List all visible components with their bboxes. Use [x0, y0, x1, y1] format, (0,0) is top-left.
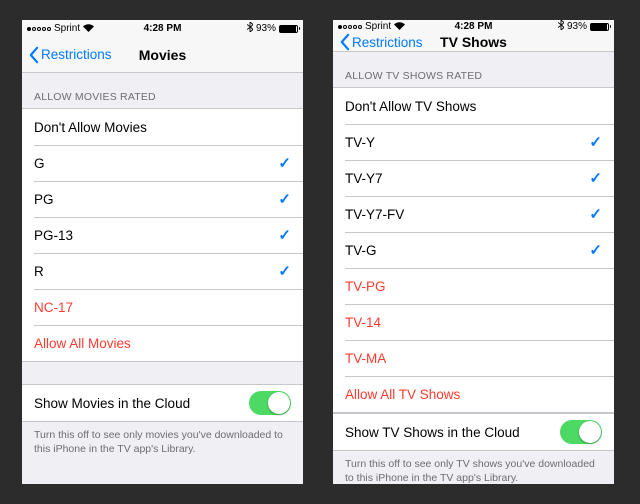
nav-bar: Restrictions Movies [22, 37, 303, 73]
battery-icon [279, 25, 298, 33]
battery-pct: 93% [567, 21, 587, 32]
rating-label: PG [34, 192, 54, 207]
nav-bar: Restrictions TV Shows [333, 33, 614, 52]
back-button[interactable]: Restrictions [339, 33, 423, 51]
section-header: ALLOW MOVIES RATED [22, 73, 303, 108]
rating-row[interactable]: TV-14 [333, 304, 614, 340]
rating-label: TV-Y7 [345, 171, 383, 186]
rating-label: TV-G [345, 243, 377, 258]
back-label: Restrictions [41, 47, 112, 62]
rating-label: TV-14 [345, 315, 381, 330]
rating-label: TV-MA [345, 351, 386, 366]
footer-note: Turn this off to see only movies you've … [22, 422, 303, 468]
rating-label: TV-PG [345, 279, 386, 294]
check-icon: ✓ [589, 241, 602, 259]
rating-row[interactable]: TV-Y7-FV ✓ [333, 196, 614, 232]
cloud-label: Show TV Shows in the Cloud [345, 425, 520, 440]
rating-row[interactable]: TV-Y7 ✓ [333, 160, 614, 196]
rating-row[interactable]: PG-13 ✓ [22, 217, 303, 253]
rating-row[interactable]: TV-Y ✓ [333, 124, 614, 160]
status-bar: Sprint 4:28 PM 93% [22, 20, 303, 37]
check-icon: ✓ [589, 133, 602, 151]
status-time: 4:28 PM [144, 23, 182, 34]
bluetooth-icon [247, 22, 253, 35]
wifi-icon [83, 24, 94, 34]
phone-movies: Sprint 4:28 PM 93% Restrictions Movies A… [22, 20, 303, 484]
wifi-icon [394, 22, 405, 32]
cloud-toggle[interactable] [249, 391, 291, 415]
rating-row[interactable]: Allow All TV Shows [333, 376, 614, 412]
rating-row[interactable]: PG ✓ [22, 181, 303, 217]
rating-label: R [34, 264, 44, 279]
status-time: 4:28 PM [455, 21, 493, 32]
cloud-label: Show Movies in the Cloud [34, 396, 190, 411]
check-icon: ✓ [278, 262, 291, 280]
carrier-name: Sprint [54, 23, 80, 34]
back-button[interactable]: Restrictions [28, 46, 112, 64]
rating-row[interactable]: TV-G ✓ [333, 232, 614, 268]
rating-label: TV-Y [345, 135, 375, 150]
check-icon: ✓ [278, 226, 291, 244]
rating-row[interactable]: Allow All Movies [22, 325, 303, 361]
rating-label: Allow All Movies [34, 336, 131, 351]
rating-row[interactable]: NC-17 [22, 289, 303, 325]
ratings-list: Don't Allow MoviesG✓PG✓PG-13✓R✓NC-17Allo… [22, 108, 303, 362]
check-icon: ✓ [278, 190, 291, 208]
rating-row[interactable]: Don't Allow TV Shows [333, 88, 614, 124]
check-icon: ✓ [278, 154, 291, 172]
rating-label: Allow All TV Shows [345, 387, 460, 402]
battery-pct: 93% [256, 23, 276, 34]
cloud-toggle[interactable] [560, 420, 602, 444]
check-icon: ✓ [589, 169, 602, 187]
rating-label: TV-Y7-FV [345, 207, 404, 222]
bluetooth-icon [558, 20, 564, 33]
rating-label: G [34, 156, 45, 171]
ratings-list: Don't Allow TV Shows TV-Y ✓ TV-Y7 ✓ TV-Y7-FV ✓… [333, 87, 614, 413]
signal-icon [338, 25, 362, 29]
rating-row[interactable]: TV-MA [333, 340, 614, 376]
page-title: Movies [139, 47, 186, 63]
status-bar: Sprint 4:28 PM 93% [333, 20, 614, 33]
rating-label: PG-13 [34, 228, 73, 243]
rating-label: Don't Allow TV Shows [345, 99, 476, 114]
battery-icon [590, 23, 609, 31]
check-icon: ✓ [589, 205, 602, 223]
rating-row[interactable]: G✓ [22, 145, 303, 181]
cloud-list: Show TV Shows in the Cloud [333, 413, 614, 451]
page-title: TV Shows [440, 34, 507, 50]
cloud-row[interactable]: Show TV Shows in the Cloud [333, 414, 614, 450]
rating-label: Don't Allow Movies [34, 120, 147, 135]
rating-row[interactable]: TV-PG [333, 268, 614, 304]
back-label: Restrictions [352, 35, 423, 50]
rating-row[interactable]: R✓ [22, 253, 303, 289]
cloud-row[interactable]: Show Movies in the Cloud [22, 385, 303, 421]
carrier-name: Sprint [365, 21, 391, 32]
section-header: ALLOW TV SHOWS RATED [333, 52, 614, 87]
footer-note: Turn this off to see only TV shows you'v… [333, 451, 614, 484]
cloud-list: Show Movies in the Cloud [22, 384, 303, 422]
chevron-left-icon [339, 33, 350, 51]
chevron-left-icon [28, 46, 39, 64]
phone-tvshows: Sprint 4:28 PM 93% Restrictions TV Shows… [333, 20, 614, 484]
signal-icon [27, 27, 51, 31]
rating-row[interactable]: Don't Allow Movies [22, 109, 303, 145]
rating-label: NC-17 [34, 300, 73, 315]
